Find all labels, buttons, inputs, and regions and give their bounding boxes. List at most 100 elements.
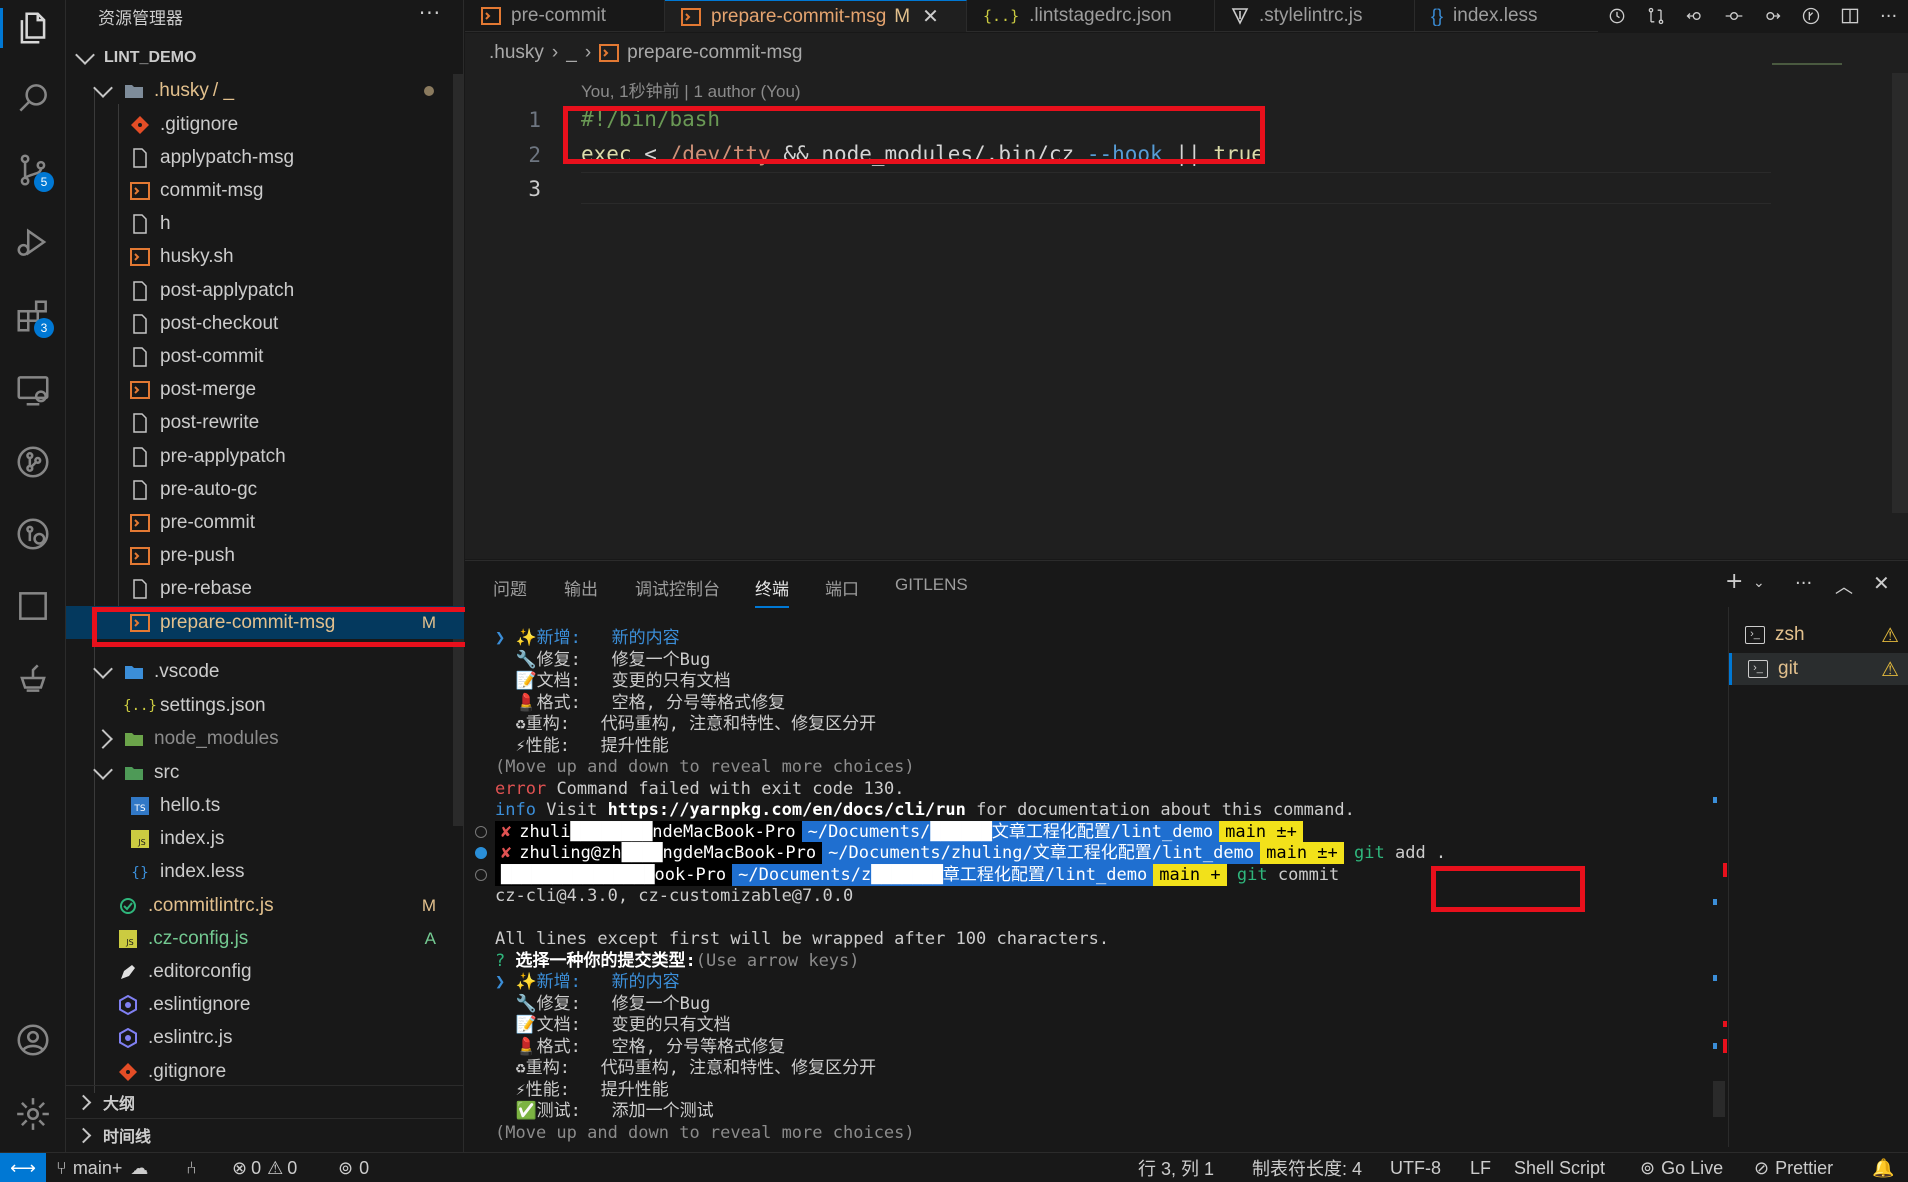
folder-src[interactable]: src: [66, 756, 464, 789]
file-row[interactable]: post-merge: [66, 374, 464, 407]
breadcrumb-item[interactable]: _: [566, 42, 577, 64]
file-settings-json[interactable]: {..} settings.json: [66, 689, 464, 722]
teapot-button[interactable]: [0, 650, 66, 706]
editor-scrollbar[interactable]: [1892, 73, 1908, 513]
ports-status[interactable]: ⊚ 0: [338, 1153, 369, 1182]
file-row[interactable]: .editorconfig: [66, 955, 464, 988]
file-row[interactable]: JS .cz-config.js A: [66, 922, 464, 955]
gitlens-button[interactable]: [0, 506, 66, 562]
tab-debug-console[interactable]: 调试控制台: [635, 575, 720, 600]
scroll-marker: [1713, 797, 1717, 803]
sidebar-more-button[interactable]: ···: [419, 0, 441, 32]
file-row[interactable]: husky.sh: [66, 241, 464, 274]
file-row[interactable]: .commitlintrc.js M: [66, 889, 464, 922]
split-editor-icon[interactable]: [1838, 4, 1862, 28]
file-row[interactable]: pre-auto-gc: [66, 473, 464, 506]
file-row[interactable]: .gitignore: [66, 108, 464, 141]
cursor-position[interactable]: 行 3, 列 1: [1138, 1153, 1214, 1182]
tab-terminal[interactable]: 终端: [755, 575, 789, 608]
tab-output[interactable]: 输出: [564, 575, 598, 600]
file-name: pre-auto-gc: [160, 478, 258, 500]
command-decoration-icon[interactable]: [475, 825, 487, 838]
remote-explorer-button[interactable]: [0, 362, 66, 418]
file-row[interactable]: .eslintignore: [66, 989, 464, 1022]
file-row[interactable]: post-applypatch: [66, 274, 464, 307]
extensions-button[interactable]: 3: [0, 288, 66, 344]
tab-gitlens[interactable]: GITLENS: [895, 575, 968, 595]
square-panel-button[interactable]: [0, 578, 66, 634]
git-graph-button[interactable]: [0, 434, 66, 490]
file-row[interactable]: h: [66, 208, 464, 241]
compare-changes-icon[interactable]: [1644, 4, 1668, 28]
source-control-button[interactable]: 5: [0, 142, 66, 198]
folder-husky[interactable]: .husky / _: [66, 74, 464, 107]
terminal-item-git[interactable]: ›_ git ⚠: [1729, 653, 1908, 685]
branch-status[interactable]: ⑂ main+ ☁: [56, 1153, 148, 1182]
go-live-button[interactable]: ⊚ Go Live: [1640, 1153, 1723, 1182]
file-row[interactable]: .eslintrc.js: [66, 1022, 464, 1055]
breadcrumb-item[interactable]: .husky: [489, 42, 544, 64]
explorer-button[interactable]: [0, 0, 66, 56]
command-decoration-icon[interactable]: [475, 847, 487, 859]
file-row[interactable]: post-rewrite: [66, 407, 464, 440]
problems-status[interactable]: ⊗ 0 ⚠ 0: [232, 1153, 297, 1182]
code-editor[interactable]: .husky › _ › prepare-commit-msg You, 1秒钟…: [465, 33, 1908, 559]
tab-problems[interactable]: 问题: [493, 575, 527, 600]
commit-icon[interactable]: [1722, 4, 1746, 28]
minimap[interactable]: [1772, 63, 1842, 65]
more-actions-icon[interactable]: ···: [1795, 573, 1812, 594]
account-button[interactable]: [0, 1012, 66, 1068]
tab-prepare-commit-msg[interactable]: prepare-commit-msg M ✕: [665, 0, 967, 32]
notifications-button[interactable]: 🔔: [1872, 1153, 1894, 1182]
tab-size[interactable]: 制表符长度: 4: [1252, 1153, 1362, 1182]
close-icon[interactable]: ✕: [1873, 571, 1890, 595]
eol[interactable]: LF: [1470, 1153, 1491, 1182]
prettier-status[interactable]: ⊘ Prettier: [1754, 1153, 1833, 1182]
close-icon[interactable]: ✕: [922, 4, 939, 29]
breadcrumb-item[interactable]: prepare-commit-msg: [627, 42, 802, 64]
file-row[interactable]: pre-applypatch: [66, 440, 464, 473]
timeline-section[interactable]: 时间线: [66, 1118, 464, 1151]
file-row[interactable]: pre-commit: [66, 506, 464, 539]
tab-stylelintrc[interactable]: .stylelintrc.js: [1215, 0, 1415, 32]
tab-lintstagedrc[interactable]: {..} .lintstagedrc.json: [967, 0, 1215, 32]
file-row[interactable]: .gitignore: [66, 1055, 464, 1088]
file-row[interactable]: JS index.js: [66, 822, 464, 855]
workspace-header[interactable]: LINT_DEMO: [66, 44, 464, 72]
folder-node-modules[interactable]: node_modules: [66, 722, 464, 755]
search-button[interactable]: [0, 70, 66, 126]
gitlens-inspect-icon[interactable]: [1799, 4, 1823, 28]
run-debug-button[interactable]: [0, 214, 66, 270]
encoding[interactable]: UTF-8: [1390, 1153, 1441, 1182]
file-row[interactable]: pre-rebase: [66, 573, 464, 606]
tab-ports[interactable]: 端口: [825, 575, 859, 600]
git-graph-status[interactable]: ⑃: [186, 1153, 197, 1182]
command-decoration-icon[interactable]: [475, 868, 487, 881]
terminal-item-zsh[interactable]: ›_ zsh ⚠: [1729, 619, 1908, 651]
chevron-down-icon[interactable]: ⌄: [1753, 575, 1765, 591]
history-icon[interactable]: [1605, 4, 1629, 28]
folder-vscode[interactable]: .vscode: [66, 655, 464, 688]
outline-section[interactable]: 大纲: [66, 1085, 464, 1118]
file-row[interactable]: commit-msg: [66, 174, 464, 207]
file-row[interactable]: TS hello.ts: [66, 789, 464, 822]
previous-change-icon[interactable]: [1683, 4, 1707, 28]
new-terminal-icon[interactable]: +: [1725, 569, 1743, 594]
language-mode[interactable]: Shell Script: [1514, 1153, 1605, 1182]
blame-annotation[interactable]: You, 1秒钟前 | 1 author (You): [581, 77, 801, 102]
file-row[interactable]: applypatch-msg: [66, 141, 464, 174]
remote-indicator[interactable]: ⟷: [0, 1153, 46, 1182]
maximize-panel-icon[interactable]: ︿: [1835, 573, 1853, 599]
tab-pre-commit[interactable]: pre-commit: [465, 0, 665, 32]
more-actions-icon[interactable]: ···: [1877, 4, 1901, 28]
file-row[interactable]: {} index.less: [66, 855, 464, 888]
terminal-scrollbar[interactable]: [1713, 1081, 1725, 1117]
file-row[interactable]: post-commit: [66, 340, 464, 373]
file-name: post-applypatch: [160, 279, 295, 301]
next-change-icon[interactable]: [1760, 4, 1784, 28]
tab-index-less[interactable]: {} index.less: [1415, 0, 1605, 32]
gear-icon: [17, 1098, 49, 1130]
file-row[interactable]: post-checkout: [66, 307, 464, 340]
file-row[interactable]: pre-push: [66, 540, 464, 573]
manage-button[interactable]: [0, 1086, 66, 1142]
